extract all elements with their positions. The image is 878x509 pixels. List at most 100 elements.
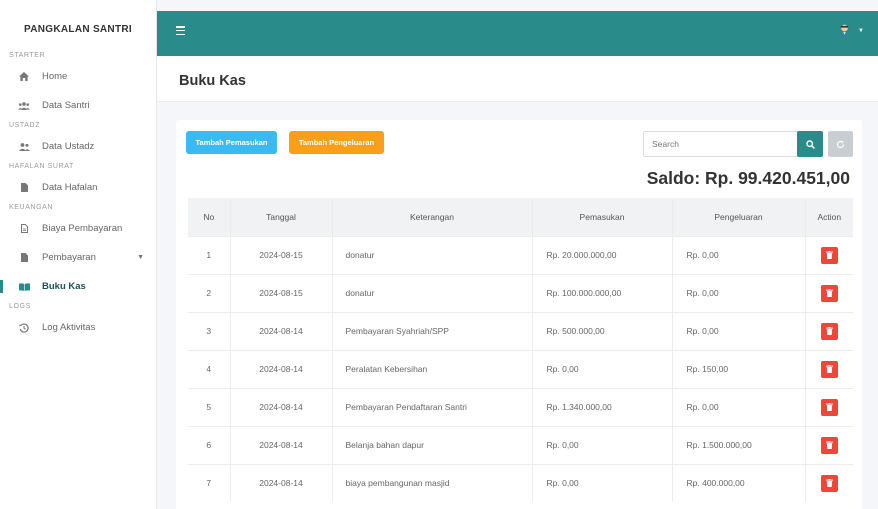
add-income-button[interactable]: Tambah Pemasukan bbox=[186, 131, 277, 154]
header-no: No bbox=[188, 198, 231, 236]
top-navbar: ▼ bbox=[157, 11, 878, 56]
table-row: 3 2024-08-14 Pembayaran Syahriah/SPP Rp.… bbox=[188, 311, 853, 350]
sidebar-item-data-santri[interactable]: Data Santri bbox=[0, 91, 156, 120]
sidebar-item-label: Data Ustadz bbox=[42, 141, 95, 152]
cell-action bbox=[805, 387, 853, 426]
sidebar-item-label: Log Aktivitas bbox=[42, 322, 96, 333]
sidebar-item-label: Data Hafalan bbox=[42, 182, 98, 193]
sidebar-item-buku-kas[interactable]: Buku Kas bbox=[0, 272, 156, 301]
sidebar-item-data-ustadz[interactable]: Data Ustadz bbox=[0, 132, 156, 161]
cell-tanggal: 2024-08-14 bbox=[230, 387, 333, 426]
cell-tanggal: 2024-08-14 bbox=[230, 311, 333, 350]
delete-button[interactable] bbox=[820, 322, 838, 340]
cell-no: 1 bbox=[188, 235, 231, 274]
hamburger-menu-icon[interactable] bbox=[176, 26, 185, 36]
cell-action bbox=[805, 311, 853, 350]
refresh-icon bbox=[836, 140, 845, 148]
trash-icon bbox=[825, 479, 833, 488]
cell-action bbox=[805, 273, 853, 312]
cell-no: 3 bbox=[188, 311, 231, 350]
cell-action bbox=[805, 425, 853, 464]
sidebar-item-biaya-pembayaran[interactable]: Biaya Pembayaran bbox=[0, 214, 156, 243]
section-logs: LOGS bbox=[9, 303, 31, 310]
page-title: Buku Kas bbox=[179, 73, 246, 89]
chevron-down-icon: ▼ bbox=[137, 254, 144, 261]
home-icon bbox=[17, 72, 31, 82]
header-pengeluaran: Pengeluaran bbox=[672, 198, 806, 236]
trash-icon bbox=[825, 251, 833, 259]
active-indicator bbox=[0, 280, 3, 293]
cell-pengeluaran: Rp. 1.500.000,00 bbox=[672, 425, 806, 464]
sidebar-item-label: Home bbox=[42, 71, 68, 82]
delete-button[interactable] bbox=[820, 284, 838, 302]
table-row: 2 2024-08-15 donatur Rp. 100.000.000,00 … bbox=[188, 273, 853, 312]
cell-no: 7 bbox=[188, 463, 231, 502]
sidebar-item-home[interactable]: Home bbox=[0, 62, 156, 91]
cell-keterangan: donatur bbox=[332, 235, 533, 274]
file-outline-icon bbox=[17, 224, 31, 234]
history-icon bbox=[17, 322, 31, 333]
sidebar-item-label: Data Santri bbox=[42, 100, 90, 111]
cell-pemasukan: Rp. 100.000.000,00 bbox=[532, 273, 673, 312]
cell-pengeluaran: Rp. 150,00 bbox=[672, 349, 806, 388]
delete-button[interactable] bbox=[820, 360, 838, 378]
cell-pengeluaran: Rp. 0,00 bbox=[672, 311, 806, 350]
sidebar-item-data-hafalan[interactable]: Data Hafalan bbox=[0, 173, 156, 202]
refresh-button[interactable] bbox=[828, 131, 853, 157]
cell-keterangan: Belanja bahan dapur bbox=[332, 425, 533, 464]
cell-pemasukan: Rp. 20.000.000,00 bbox=[532, 235, 673, 274]
table-row: 5 2024-08-14 Pembayaran Pendaftaran Sant… bbox=[188, 387, 853, 426]
delete-button[interactable] bbox=[820, 246, 838, 264]
cell-keterangan: Peralatan Kebersihan bbox=[332, 349, 533, 388]
search-button[interactable] bbox=[797, 131, 823, 157]
table-header-row: No Tanggal Keterangan Pemasukan Pengelua… bbox=[188, 198, 853, 236]
file-icon bbox=[17, 253, 31, 263]
trash-icon bbox=[825, 327, 833, 335]
cell-pengeluaran: Rp. 0,00 bbox=[672, 273, 806, 312]
cell-tanggal: 2024-08-14 bbox=[230, 349, 333, 388]
section-hafalan: HAFALAN SURAT bbox=[9, 163, 74, 170]
cell-keterangan: Pembayaran Pendaftaran Santri bbox=[332, 387, 533, 426]
section-ustadz: USTADZ bbox=[9, 122, 41, 129]
chevron-down-icon: ▼ bbox=[858, 27, 864, 34]
cell-pemasukan: Rp. 500.000,00 bbox=[532, 311, 673, 350]
table-row: 6 2024-08-14 Belanja bahan dapur Rp. 0,0… bbox=[188, 425, 853, 464]
delete-button[interactable] bbox=[820, 474, 838, 492]
user-menu[interactable]: ▼ bbox=[839, 24, 864, 37]
cell-keterangan: biaya pembangunan masjid bbox=[332, 463, 533, 502]
sidebar-item-label: Pembayaran bbox=[42, 252, 96, 263]
user-group-icon bbox=[17, 142, 31, 152]
sidebar-item-log-aktivitas[interactable]: Log Aktivitas bbox=[0, 313, 156, 342]
section-starter: STARTER bbox=[9, 52, 46, 59]
cell-tanggal: 2024-08-14 bbox=[230, 463, 333, 502]
sidebar-item-label: Biaya Pembayaran bbox=[42, 223, 123, 234]
cell-tanggal: 2024-08-14 bbox=[230, 425, 333, 464]
cell-no: 6 bbox=[188, 425, 231, 464]
add-expense-button[interactable]: Tambah Pengeluaran bbox=[289, 131, 384, 154]
brand-title: PANGKALAN SANTRI bbox=[24, 23, 132, 35]
cell-pemasukan: Rp. 0,00 bbox=[532, 349, 673, 388]
search-input[interactable] bbox=[643, 131, 798, 157]
cell-pengeluaran: Rp. 0,00 bbox=[672, 235, 806, 274]
trash-icon bbox=[825, 289, 833, 297]
cell-pengeluaran: Rp. 0,00 bbox=[672, 387, 806, 426]
cell-tanggal: 2024-08-15 bbox=[230, 235, 333, 274]
trash-icon bbox=[825, 403, 833, 411]
file-icon bbox=[17, 183, 31, 193]
sidebar: PANGKALAN SANTRI STARTER Home Data Santr… bbox=[0, 0, 157, 509]
users-icon bbox=[17, 101, 31, 111]
cell-keterangan: Pembayaran Syahriah/SPP bbox=[332, 311, 533, 350]
section-keuangan: KEUANGAN bbox=[9, 204, 54, 211]
saldo-total: Saldo: Rp. 99.420.451,00 bbox=[646, 168, 850, 188]
delete-button[interactable] bbox=[820, 436, 838, 454]
kas-table: No Tanggal Keterangan Pemasukan Pengelua… bbox=[188, 198, 853, 502]
header-pemasukan: Pemasukan bbox=[532, 198, 673, 236]
delete-button[interactable] bbox=[820, 398, 838, 416]
user-avatar-icon bbox=[839, 24, 850, 37]
table-row: 1 2024-08-15 donatur Rp. 20.000.000,00 R… bbox=[188, 235, 853, 274]
cell-tanggal: 2024-08-15 bbox=[230, 273, 333, 312]
header-keterangan: Keterangan bbox=[332, 198, 533, 236]
sidebar-item-pembayaran[interactable]: Pembayaran ▼ bbox=[0, 243, 156, 272]
cell-pemasukan: Rp. 0,00 bbox=[532, 425, 673, 464]
cell-action bbox=[805, 349, 853, 388]
